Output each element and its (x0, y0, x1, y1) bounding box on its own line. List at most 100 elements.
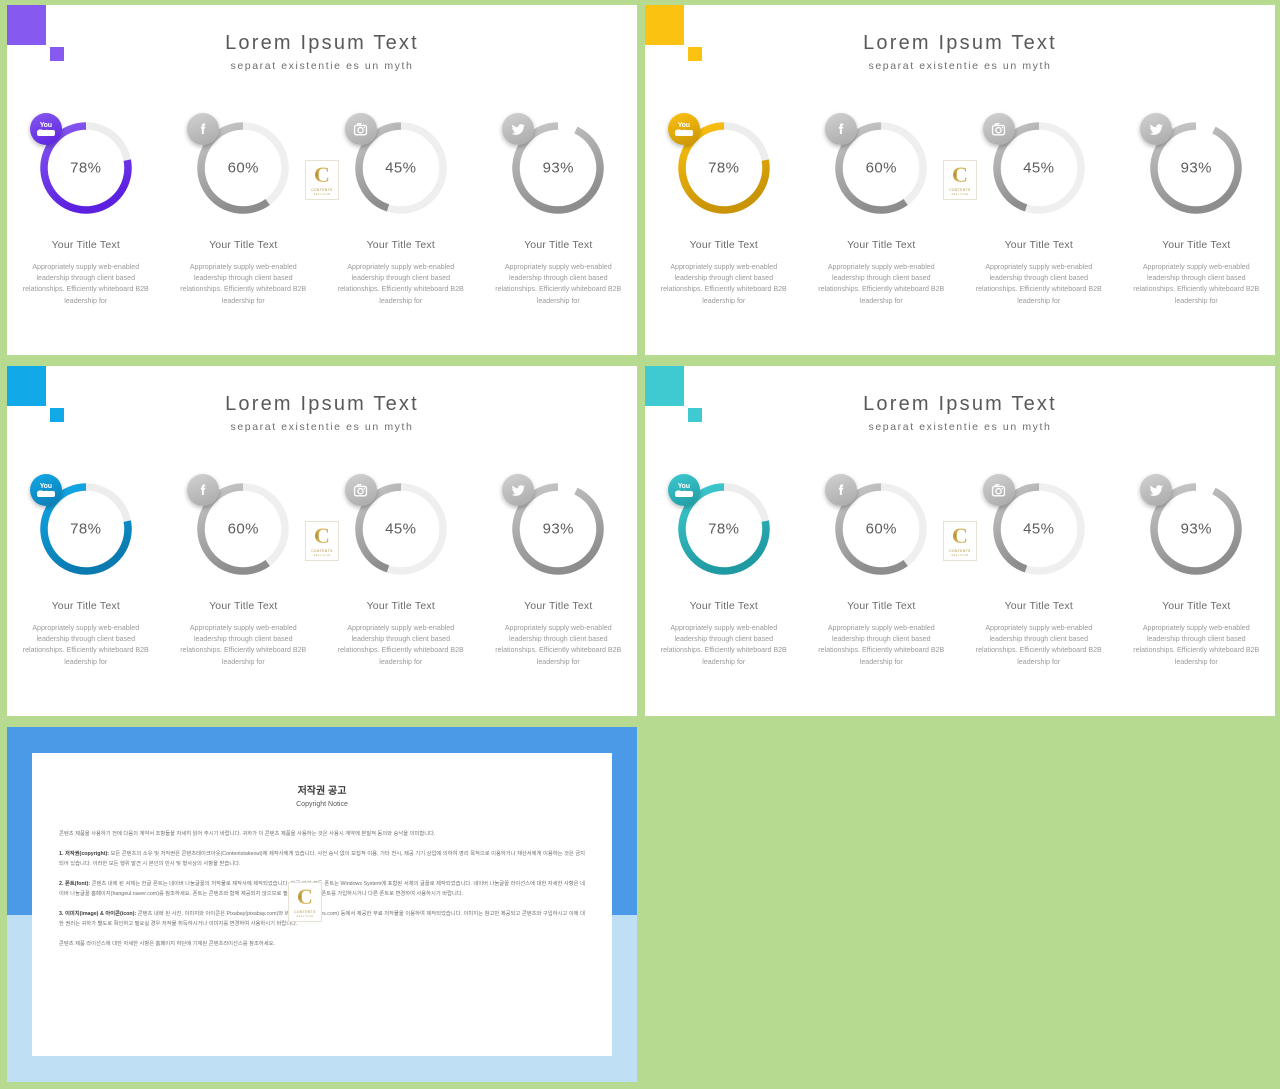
stats-row: 78% You Tube Your Title Text Appropriately s… (645, 113, 1276, 307)
progress-donut: 60% (187, 474, 294, 580)
stat-title: Your Title Text (689, 600, 758, 612)
watermark-line2: REAL CLUB (296, 915, 314, 918)
stat-item-twitter[interactable]: 93% Your Title Text Appropriately supply w… (1118, 113, 1276, 307)
youtube-icon[interactable]: You Tube (667, 474, 700, 506)
facebook-icon[interactable] (187, 113, 220, 145)
stat-item-twitter[interactable]: 93% Your Title Text Appropriately supply w… (480, 113, 638, 307)
watermark-letter: C (297, 884, 313, 909)
facebook-icon[interactable] (825, 474, 858, 506)
stat-item-youtube[interactable]: 78% You Tube Your Title Text Appropriately s… (7, 113, 165, 307)
slide-copyright-notice[interactable]: 저작권 공고 Copyright Notice 콘텐츠 제품을 사용하기 전에 … (7, 727, 637, 1082)
stat-title: Your Title Text (524, 239, 593, 251)
stat-title: Your Title Text (1004, 239, 1073, 251)
stat-body: Appropriately supply web-enabled leaders… (818, 263, 945, 305)
stat-title: Your Title Text (689, 239, 758, 251)
watermark-line2: REAL CLUB (951, 193, 969, 196)
watermark-line1: CONTENTS (311, 188, 333, 192)
progress-donut: 78% You Tube (667, 474, 775, 580)
stat-item-youtube[interactable]: 78% You Tube Your Title Text Appropriately s… (645, 474, 803, 668)
stat-body: Appropriately supply web-enabled leaders… (975, 263, 1102, 305)
slide-title: Lorem Ipsum Text (863, 393, 1057, 415)
progress-percent: 93% (542, 520, 574, 538)
slide-subtitle: separat existentie es un myth (868, 421, 1052, 433)
progress-percent: 45% (1023, 520, 1055, 538)
stat-title: Your Title Text (366, 239, 435, 251)
progress-donut: 93% (502, 113, 609, 219)
stat-item-twitter[interactable]: 93% Your Title Text Appropriately supply w… (480, 474, 638, 668)
twitter-icon[interactable] (502, 474, 535, 506)
slide-subtitle: separat existentie es un myth (230, 421, 414, 433)
stat-item-instagram[interactable]: 45% Your Title Text Appropriately supply w… (322, 474, 480, 668)
watermark-line1: CONTENTS (294, 910, 316, 914)
progress-donut: 78% You Tube (29, 113, 137, 219)
facebook-icon[interactable] (825, 113, 858, 145)
instagram-icon[interactable] (982, 474, 1015, 506)
progress-donut: 45% (982, 474, 1090, 580)
stat-body: Appropriately supply web-enabled leaders… (495, 624, 622, 666)
notice-body: 콘텐츠 제품을 사용하기 전에 다음의 계약서 조항들을 자세히 읽어 주시기 … (59, 830, 585, 949)
stat-title: Your Title Text (51, 239, 120, 251)
stat-item-twitter[interactable]: 93% Your Title Text Appropriately supply w… (1118, 474, 1276, 668)
youtube-icon[interactable]: You Tube (29, 113, 62, 145)
watermark-letter: C (314, 523, 330, 548)
stat-item-instagram[interactable]: 45% Your Title Text Appropriately supply w… (960, 474, 1118, 668)
progress-percent: 45% (385, 520, 417, 538)
progress-percent: 78% (708, 159, 740, 177)
progress-percent: 60% (227, 159, 259, 177)
instagram-icon[interactable] (344, 113, 377, 145)
stats-row: 78% You Tube Your Title Text Appropriately s… (7, 113, 638, 307)
stat-item-facebook[interactable]: 60% Your Title Text Appropriately supply w… (165, 113, 323, 307)
stat-body: Appropriately supply web-enabled leaders… (337, 624, 464, 666)
youtube-glyph: You Tube (674, 483, 693, 497)
stat-body: Appropriately supply web-enabled leaders… (180, 263, 307, 305)
progress-donut: 93% (1140, 113, 1247, 219)
slide-teal[interactable]: Lorem Ipsum Text separat existentie es un… (645, 366, 1275, 716)
watermark-letter: C (952, 162, 968, 187)
slide-purple[interactable]: Lorem Ipsum Text separat existentie es un… (7, 5, 637, 355)
twitter-icon[interactable] (1140, 113, 1173, 145)
facebook-icon[interactable] (187, 474, 220, 506)
notice-last-line: 콘텐츠 제품 라이선스에 대한 자세한 사항은 홈페이지 하단에 기재된 콘텐츠… (59, 940, 275, 947)
twitter-icon[interactable] (1140, 474, 1173, 506)
stat-title: Your Title Text (1162, 600, 1231, 612)
stat-item-instagram[interactable]: 45% Your Title Text Appropriately supply w… (322, 113, 480, 307)
slide-blue[interactable]: Lorem Ipsum Text separat existentie es un… (7, 366, 637, 716)
stat-item-instagram[interactable]: 45% Your Title Text Appropriately supply w… (960, 113, 1118, 307)
slide-heading: Lorem Ipsum Text separat existentie es un… (7, 31, 637, 72)
twitter-icon[interactable] (502, 113, 535, 145)
stat-item-facebook[interactable]: 60% Your Title Text Appropriately supply w… (803, 113, 961, 307)
stat-item-youtube[interactable]: 78% You Tube Your Title Text Appropriately s… (645, 113, 803, 307)
slide-yellow[interactable]: Lorem Ipsum Text separat existentie es un… (645, 5, 1275, 355)
notice-paragraph: 1. 저작권(copyright): 모든 콘텐츠의 소유 및 저작권은 콘텐츠… (59, 851, 585, 867)
progress-donut: 93% (502, 474, 609, 580)
notice-paragraph: 2. 폰트(font): 콘텐츠 내에 된 서체는 한글 폰트는 네이버 나눔글… (59, 881, 585, 897)
youtube-glyph: You Tube (36, 483, 55, 497)
stat-body: Appropriately supply web-enabled leaders… (818, 624, 945, 666)
notice-heading-en: Copyright Notice (296, 801, 348, 808)
watermark-line2: REAL CLUB (951, 554, 969, 557)
youtube-icon[interactable]: You Tube (29, 474, 62, 506)
progress-percent: 93% (1180, 520, 1212, 538)
instagram-icon[interactable] (982, 113, 1015, 145)
stat-item-youtube[interactable]: 78% You Tube Your Title Text Appropriately s… (7, 474, 165, 668)
stat-item-facebook[interactable]: 60% Your Title Text Appropriately supply w… (803, 474, 961, 668)
stat-body: Appropriately supply web-enabled leaders… (22, 263, 149, 305)
slide-heading: Lorem Ipsum Text separat existentie es un… (645, 392, 1275, 433)
notice-paragraph-label: 1. 저작권(copyright): (59, 851, 109, 858)
notice-heading-ko: 저작권 공고 (297, 786, 347, 797)
watermark-line2: REAL CLUB (313, 554, 331, 557)
notice-paragraph: 3. 이미지(image) & 아이콘(icon): 콘텐츠 내에 된 사진, … (59, 911, 585, 927)
progress-percent: 93% (542, 159, 574, 177)
youtube-icon[interactable]: You Tube (667, 113, 700, 145)
contents-watermark: C CONTENTS REAL CLUB (305, 160, 339, 200)
stat-title: Your Title Text (1162, 239, 1231, 251)
contents-watermark: C CONTENTS REAL CLUB (943, 521, 977, 561)
watermark-line1: CONTENTS (949, 188, 971, 192)
stat-body: Appropriately supply web-enabled leaders… (660, 624, 787, 666)
instagram-icon[interactable] (344, 474, 377, 506)
watermark-line1: CONTENTS (949, 549, 971, 553)
stat-item-facebook[interactable]: 60% Your Title Text Appropriately supply w… (165, 474, 323, 668)
youtube-glyph: You Tube (36, 122, 55, 136)
stat-title: Your Title Text (209, 239, 278, 251)
stat-body: Appropriately supply web-enabled leaders… (1133, 263, 1260, 305)
